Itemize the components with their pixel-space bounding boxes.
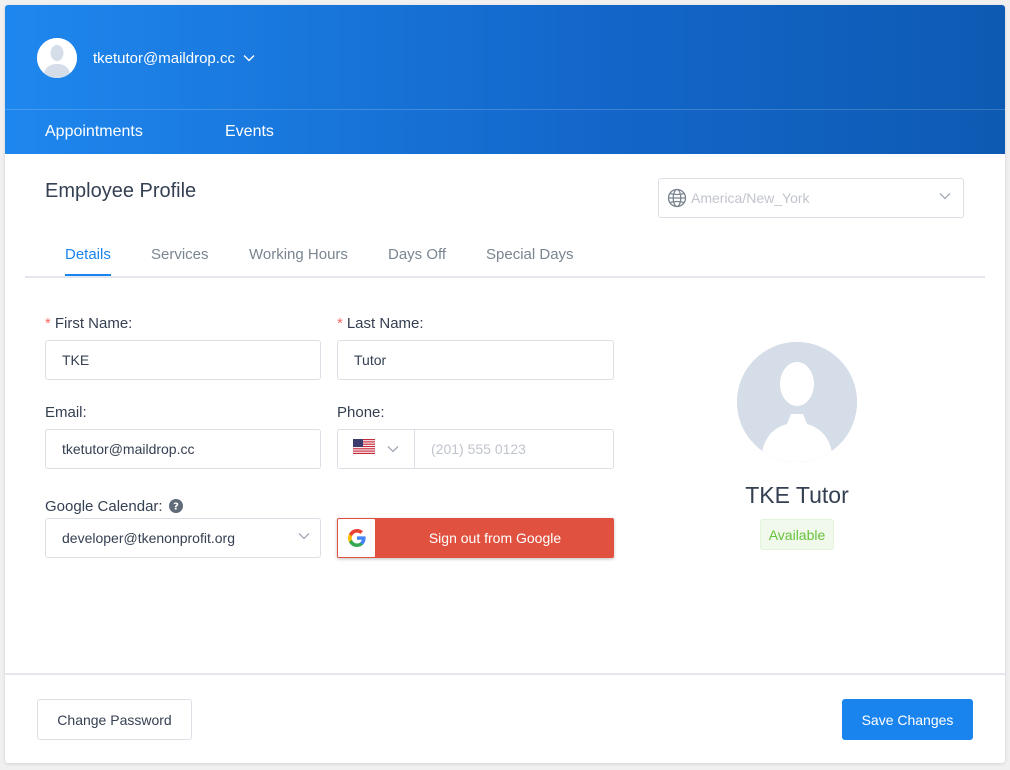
employee-profile-card: tketutor@maildrop.cc Appointments Events… bbox=[5, 5, 1005, 763]
google-g-icon bbox=[338, 519, 375, 557]
google-sign-out-button[interactable]: Sign out from Google bbox=[337, 518, 614, 558]
email-label: Email: bbox=[45, 404, 87, 421]
active-tab-indicator bbox=[65, 274, 111, 276]
google-calendar-label: Google Calendar: ? bbox=[45, 498, 183, 515]
nav-events[interactable]: Events bbox=[225, 123, 274, 141]
footer-actions: Change Password Save Changes bbox=[5, 673, 1005, 763]
tab-details[interactable]: Details bbox=[65, 246, 111, 263]
status-badge: Available bbox=[760, 519, 834, 550]
phone-label: Phone: bbox=[337, 404, 385, 421]
tab-days-off[interactable]: Days Off bbox=[388, 246, 446, 263]
required-mark: * bbox=[45, 315, 51, 332]
tab-special-days[interactable]: Special Days bbox=[486, 246, 574, 263]
last-name-input[interactable]: Tutor bbox=[337, 340, 614, 380]
tab-working-hours[interactable]: Working Hours bbox=[249, 246, 348, 263]
employee-name: TKE Tutor bbox=[745, 482, 849, 508]
us-flag-icon bbox=[353, 439, 375, 459]
user-avatar-icon bbox=[737, 342, 857, 462]
main-nav: Appointments Events bbox=[5, 109, 1005, 154]
chevron-down-icon bbox=[387, 445, 399, 453]
save-changes-button[interactable]: Save Changes bbox=[842, 699, 973, 740]
chevron-down-icon bbox=[298, 532, 310, 540]
page-title: Employee Profile bbox=[45, 180, 197, 202]
nav-appointments[interactable]: Appointments bbox=[45, 123, 143, 141]
svg-text:?: ? bbox=[173, 502, 179, 513]
required-mark: * bbox=[337, 315, 343, 332]
timezone-select[interactable]: America/New_York bbox=[658, 178, 964, 218]
header: tketutor@maildrop.cc Appointments Events bbox=[5, 5, 1005, 154]
phone-field: (201) 555 0123 bbox=[337, 429, 614, 469]
phone-input[interactable]: (201) 555 0123 bbox=[415, 430, 613, 468]
profile-tabs: Details Services Working Hours Days Off … bbox=[25, 240, 985, 278]
user-avatar-icon bbox=[37, 38, 77, 78]
employee-avatar[interactable] bbox=[737, 342, 857, 462]
google-calendar-value: developer@tkenonprofit.org bbox=[62, 530, 235, 546]
user-email[interactable]: tketutor@maildrop.cc bbox=[93, 50, 235, 67]
country-code-select[interactable] bbox=[338, 430, 415, 468]
globe-icon bbox=[667, 188, 687, 208]
question-circle-icon[interactable]: ? bbox=[168, 499, 183, 513]
first-name-label: * First Name: bbox=[45, 315, 133, 332]
google-calendar-select[interactable]: developer@tkenonprofit.org bbox=[45, 518, 321, 558]
google-sign-out-label: Sign out from Google bbox=[428, 530, 562, 546]
user-menu[interactable]: tketutor@maildrop.cc bbox=[37, 38, 255, 78]
email-input[interactable]: tketutor@maildrop.cc bbox=[45, 429, 321, 469]
last-name-label: * Last Name: bbox=[337, 315, 424, 332]
change-password-button[interactable]: Change Password bbox=[37, 699, 192, 740]
first-name-input[interactable]: TKE bbox=[45, 340, 321, 380]
chevron-down-icon bbox=[939, 192, 951, 200]
chevron-down-icon[interactable] bbox=[243, 54, 255, 62]
timezone-placeholder: America/New_York bbox=[691, 190, 810, 206]
tab-services[interactable]: Services bbox=[151, 246, 209, 263]
